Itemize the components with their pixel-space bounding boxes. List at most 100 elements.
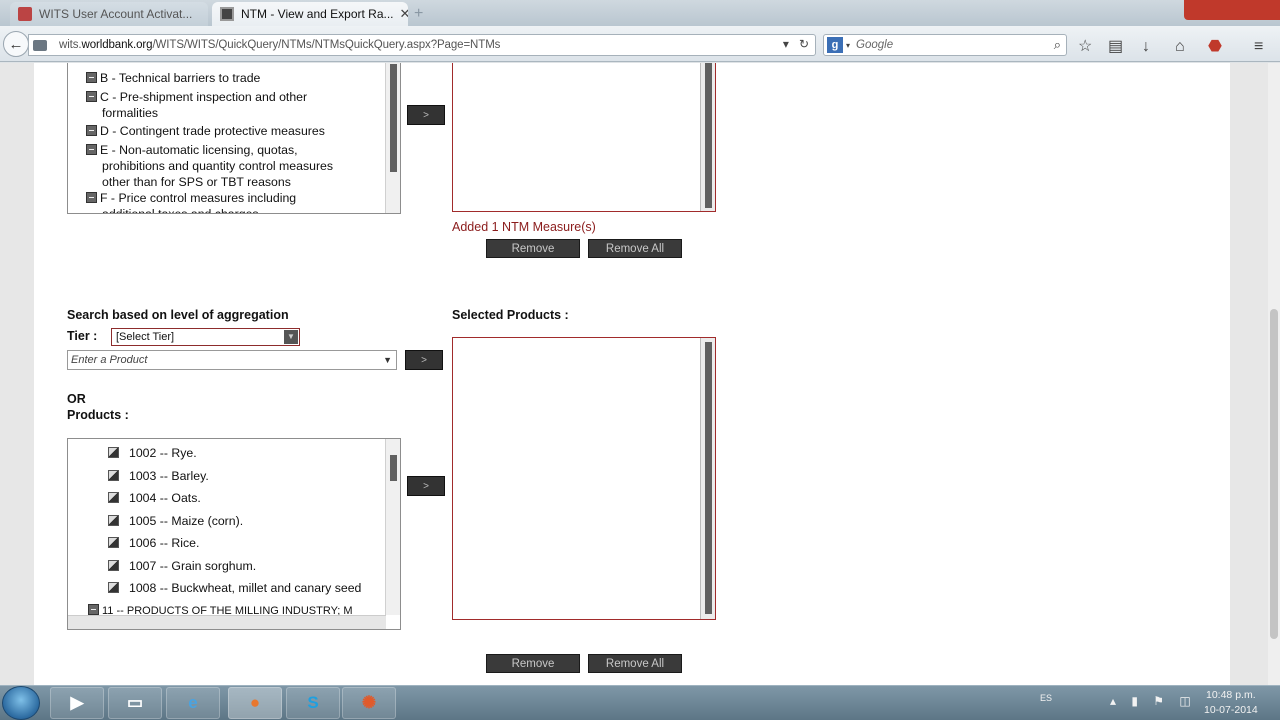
leaf-node-icon	[108, 447, 119, 458]
product-item[interactable]: 1005 -- Maize (corn).	[108, 514, 243, 528]
film-reel-icon: ✺	[361, 693, 377, 712]
remove-product-button[interactable]: Remove	[486, 654, 580, 673]
bookmarks-list-icon[interactable]: ▤	[1108, 39, 1123, 55]
explorer-taskbar-button[interactable]: ▭	[108, 687, 162, 719]
tree-item-e-cont: other than for SPS or TBT reasons	[102, 175, 291, 189]
magnifier-icon[interactable]: ⌕	[1054, 37, 1061, 53]
aggregation-heading: Search based on level of aggregation	[67, 308, 289, 322]
start-button[interactable]	[2, 686, 40, 720]
taskbar: ▶ ▭ e ● S ✺ ES ▴ ▮ ⚑ ◫ 10:48 p.m. 10-07-…	[0, 685, 1280, 720]
tree-item-e[interactable]: E - Non-automatic licensing, quotas,	[86, 142, 298, 158]
product-item[interactable]: 1007 -- Grain sorghum.	[108, 559, 256, 573]
remove-ntm-button[interactable]: Remove	[486, 239, 580, 258]
product-item[interactable]: 1003 -- Barley.	[108, 469, 209, 483]
adblock-icon[interactable]: ⬣	[1208, 39, 1222, 55]
product-item[interactable]: 1008 -- Buckwheat, millet and canary see…	[108, 581, 361, 595]
tree-item-c[interactable]: C - Pre-shipment inspection and other	[86, 89, 307, 105]
expand-icon[interactable]	[86, 125, 97, 136]
download-icon[interactable]: ↓	[1142, 39, 1150, 55]
scroll-thumb[interactable]	[390, 455, 397, 481]
product-item[interactable]: 1004 -- Oats.	[108, 491, 201, 505]
chevron-down-icon[interactable]: ▼	[383, 351, 392, 369]
expand-icon[interactable]	[86, 192, 97, 203]
expand-icon[interactable]	[86, 91, 97, 102]
mail-icon	[18, 7, 32, 21]
tab-wits-account[interactable]: WITS User Account Activat...	[10, 2, 208, 26]
leaf-node-icon	[108, 515, 119, 526]
products-tree-hscrollbar[interactable]	[68, 615, 386, 629]
scroll-thumb[interactable]	[705, 63, 712, 208]
search-engine-dropdown-icon[interactable]: ▾	[846, 41, 850, 50]
firefox-icon: ●	[249, 693, 261, 712]
new-tab-icon[interactable]: +	[414, 5, 423, 23]
page-content: B - Technical barriers to trade C - Pre-…	[34, 63, 1230, 685]
chevron-down-icon[interactable]: ▼	[284, 330, 298, 344]
product-input[interactable]: Enter a Product ▼	[67, 350, 397, 370]
expand-icon[interactable]	[86, 144, 97, 155]
language-indicator[interactable]: ES	[1040, 693, 1052, 703]
search-bar[interactable]: g ▾ Google ⌕	[823, 34, 1067, 56]
tier-value: [Select Tier]	[116, 331, 175, 343]
tree-item-c-cont: formalities	[102, 106, 159, 120]
tray-icons[interactable]: ▴ ▮ ⚑ ◫	[1110, 694, 1197, 708]
url-bar[interactable]: wits.worldbank.org/WITS/WITS/QuickQuery/…	[28, 34, 816, 56]
page-scroll-thumb[interactable]	[1270, 309, 1278, 639]
firefox-taskbar-button[interactable]: ●	[228, 687, 282, 719]
tree-item-e-cont: prohibitions and quantity control measur…	[102, 159, 334, 173]
tree-item-b[interactable]: B - Technical barriers to trade	[86, 70, 260, 86]
tab-title: WITS User Account Activat...	[39, 7, 193, 21]
page-scrollbar[interactable]	[1268, 63, 1280, 685]
ntm-tree-scrollbar[interactable]	[385, 63, 400, 213]
scroll-thumb[interactable]	[705, 342, 712, 614]
clock-time[interactable]: 10:48 p.m.	[1206, 689, 1256, 701]
close-tab-icon[interactable]: ✕	[394, 6, 409, 22]
skype-taskbar-button[interactable]: S	[286, 687, 340, 719]
tier-select[interactable]: [Select Tier] ▼	[111, 328, 300, 346]
scroll-thumb[interactable]	[390, 64, 397, 172]
products-tree-vscrollbar[interactable]	[385, 439, 400, 615]
skype-icon: S	[307, 693, 319, 712]
selected-ntm-list[interactable]	[452, 63, 716, 212]
add-ntm-button[interactable]: >	[407, 105, 445, 125]
leaf-node-icon	[108, 537, 119, 548]
clock-date[interactable]: 10-07-2014	[1204, 704, 1258, 716]
browser-tab-bar: WITS User Account Activat... NTM - View …	[0, 0, 1280, 26]
window-close-button[interactable]	[1184, 0, 1280, 20]
leaf-node-icon	[108, 492, 119, 503]
expand-icon[interactable]	[86, 72, 97, 83]
home-icon[interactable]: ⌂	[1175, 39, 1185, 55]
tab-ntm[interactable]: NTM - View and Export Ra... ✕	[212, 2, 408, 26]
back-button[interactable]: ←	[3, 31, 29, 57]
or-label: OR	[67, 392, 86, 406]
add-product-button[interactable]: >	[407, 476, 445, 496]
leaf-node-icon	[108, 470, 119, 481]
selected-products-list[interactable]	[452, 337, 716, 620]
expand-icon[interactable]	[88, 604, 99, 615]
ie-taskbar-button[interactable]: e	[166, 687, 220, 719]
ntm-tree[interactable]: B - Technical barriers to trade C - Pre-…	[67, 63, 401, 214]
tree-item-f[interactable]: F - Price control measures including	[86, 190, 296, 206]
search-placeholder: Google	[856, 39, 894, 51]
video-app-taskbar-button[interactable]: ✺	[342, 687, 396, 719]
selected-ntm-scrollbar[interactable]	[700, 63, 715, 211]
product-placeholder: Enter a Product	[71, 354, 148, 366]
add-product-search-button[interactable]: >	[405, 350, 443, 370]
tier-label: Tier :	[67, 329, 98, 343]
reload-icon[interactable]: ↻	[799, 37, 809, 51]
product-item[interactable]: 1002 -- Rye.	[108, 446, 197, 460]
tab-title: NTM - View and Export Ra...	[241, 7, 394, 21]
google-icon: g	[827, 37, 843, 53]
menu-icon[interactable]: ≡	[1254, 39, 1263, 55]
added-ntm-message: Added 1 NTM Measure(s)	[452, 220, 596, 234]
selected-products-heading: Selected Products :	[452, 308, 569, 322]
dropdown-icon[interactable]: ▾	[783, 37, 789, 51]
bookmark-star-icon[interactable]: ☆	[1078, 39, 1092, 55]
remove-all-ntm-button[interactable]: Remove All	[588, 239, 682, 258]
leaf-node-icon	[108, 582, 119, 593]
media-player-taskbar-button[interactable]: ▶	[50, 687, 104, 719]
remove-all-products-button[interactable]: Remove All	[588, 654, 682, 673]
selected-products-scrollbar[interactable]	[700, 338, 715, 619]
product-item[interactable]: 1006 -- Rice.	[108, 536, 199, 550]
tree-item-d[interactable]: D - Contingent trade protective measures	[86, 123, 325, 139]
products-tree[interactable]: 1002 -- Rye. 1003 -- Barley. 1004 -- Oat…	[67, 438, 401, 630]
